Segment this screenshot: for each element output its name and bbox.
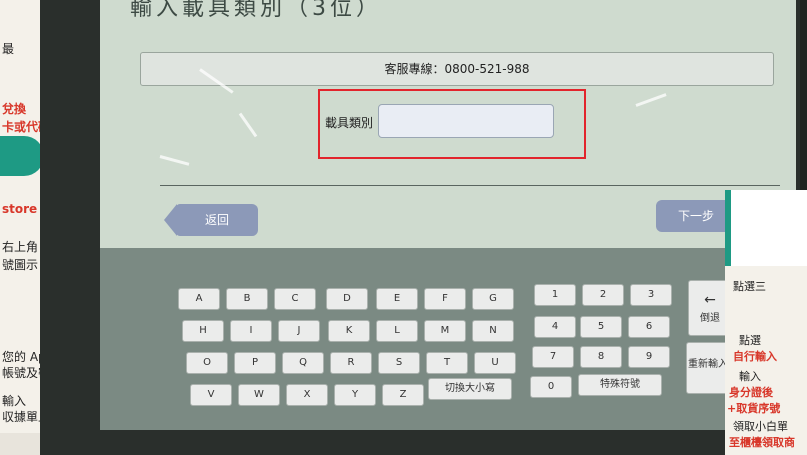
poster-text: 點選 <box>739 334 761 347</box>
form-area: 輸入載具類別（3位） 客服專線：0800-521-988 載具類別 返回 下一步 <box>100 0 796 248</box>
key-u[interactable]: U <box>474 352 516 374</box>
carrier-type-label: 載具類別 <box>325 116 374 130</box>
key-j[interactable]: J <box>278 320 320 342</box>
key-e[interactable]: E <box>376 288 418 310</box>
next-button[interactable]: 下一步 <box>656 200 736 232</box>
key-h[interactable]: H <box>182 320 224 342</box>
poster-text: store <box>2 202 38 216</box>
key-6[interactable]: 6 <box>628 316 670 338</box>
key-q[interactable]: Q <box>282 352 324 374</box>
key-r[interactable]: R <box>330 352 372 374</box>
divider <box>160 185 780 186</box>
key-g[interactable]: G <box>472 288 514 310</box>
special-symbols-key[interactable]: 特殊符號 <box>578 374 662 396</box>
key-7[interactable]: 7 <box>532 346 574 368</box>
poster-text: 輸入 <box>739 370 761 383</box>
key-s[interactable]: S <box>378 352 420 374</box>
poster-text: 自行輸入 <box>733 350 777 363</box>
kiosk-screen: 輸入載具類別（3位） 客服專線：0800-521-988 載具類別 返回 下一步… <box>100 0 796 430</box>
key-4[interactable]: 4 <box>534 316 576 338</box>
poster-text: 兌換 <box>2 102 27 116</box>
key-t[interactable]: T <box>426 352 468 374</box>
poster-text: 至櫃檯領取商 <box>729 436 795 449</box>
page-title: 輸入載具類別（3位） <box>130 0 382 21</box>
key-m[interactable]: M <box>424 320 466 342</box>
key-p[interactable]: P <box>234 352 276 374</box>
key-f[interactable]: F <box>424 288 466 310</box>
key-9[interactable]: 9 <box>628 346 670 368</box>
key-l[interactable]: L <box>376 320 418 342</box>
key-v[interactable]: V <box>190 384 232 406</box>
poster-text: 領取小白單 <box>733 420 788 433</box>
poster-text: 輸入 <box>2 394 27 408</box>
key-a[interactable]: A <box>178 288 220 310</box>
key-0[interactable]: 0 <box>530 376 572 398</box>
key-d[interactable]: D <box>326 288 368 310</box>
key-z[interactable]: Z <box>382 384 424 406</box>
back-button[interactable]: 返回 <box>176 204 258 236</box>
poster-text: +取貨序號 <box>727 402 781 415</box>
right-poster: 點選三 點選 自行輸入 輸入 身分證後 +取貨序號 領取小白單 至櫃檯領取商 <box>725 190 807 455</box>
poster-green-bar <box>725 190 807 266</box>
key-k[interactable]: K <box>328 320 370 342</box>
poster-text: 號圖示 <box>2 258 39 272</box>
key-3[interactable]: 3 <box>630 284 672 306</box>
key-n[interactable]: N <box>472 320 514 342</box>
poster-text: 右上角 <box>2 240 39 254</box>
key-y[interactable]: Y <box>334 384 376 406</box>
key-w[interactable]: W <box>238 384 280 406</box>
poster-text: 最 <box>2 42 15 56</box>
kiosk-bezel: 輸入載具類別（3位） 客服專線：0800-521-988 載具類別 返回 下一步… <box>40 0 800 455</box>
carrier-type-input[interactable] <box>378 104 554 138</box>
reenter-key[interactable]: 重新輸入 <box>686 342 730 394</box>
key-x[interactable]: X <box>286 384 328 406</box>
key-1[interactable]: 1 <box>534 284 576 306</box>
toggle-case-key[interactable]: 切換大小寫 <box>428 378 512 400</box>
poster-text: 點選三 <box>733 280 766 293</box>
poster-text: 身分證後 <box>729 386 773 399</box>
key-c[interactable]: C <box>274 288 316 310</box>
key-2[interactable]: 2 <box>582 284 624 306</box>
on-screen-keyboard: A B C D E F G H I J K L M N O P Q R S T … <box>178 278 738 428</box>
key-b[interactable]: B <box>226 288 268 310</box>
poster-green-tag <box>0 136 44 176</box>
key-8[interactable]: 8 <box>580 346 622 368</box>
key-5[interactable]: 5 <box>580 316 622 338</box>
key-i[interactable]: I <box>230 320 272 342</box>
service-hotline-bar: 客服專線：0800-521-988 <box>140 52 774 86</box>
key-o[interactable]: O <box>186 352 228 374</box>
